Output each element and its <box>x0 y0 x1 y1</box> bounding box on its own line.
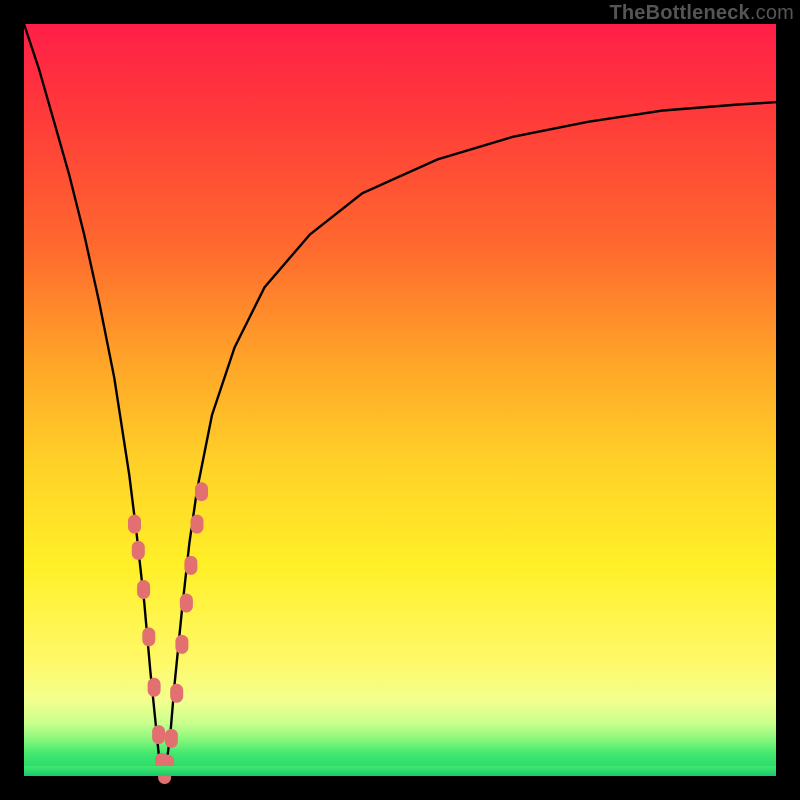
highlight-marker <box>153 726 165 744</box>
highlight-marker <box>176 635 188 653</box>
highlight-marker <box>180 594 192 612</box>
chart-frame: TheBottleneck.com <box>0 0 800 800</box>
highlight-marker <box>165 729 177 747</box>
watermark-tld: .com <box>750 2 794 24</box>
highlight-marker <box>129 515 141 533</box>
highlight-marker <box>185 556 197 574</box>
bottleneck-curve <box>24 24 776 776</box>
watermark: TheBottleneck.com <box>609 2 794 25</box>
curve-overlay <box>24 24 776 776</box>
highlight-marker <box>143 628 155 646</box>
marker-group <box>129 483 208 784</box>
highlight-marker <box>196 483 208 501</box>
plot-area <box>24 24 776 776</box>
watermark-brand: TheBottleneck <box>609 2 749 24</box>
highlight-marker <box>171 684 183 702</box>
highlight-marker <box>191 515 203 533</box>
highlight-marker <box>159 766 171 784</box>
highlight-marker <box>138 581 150 599</box>
highlight-marker <box>162 755 174 773</box>
highlight-marker <box>148 678 160 696</box>
highlight-marker <box>132 541 144 559</box>
